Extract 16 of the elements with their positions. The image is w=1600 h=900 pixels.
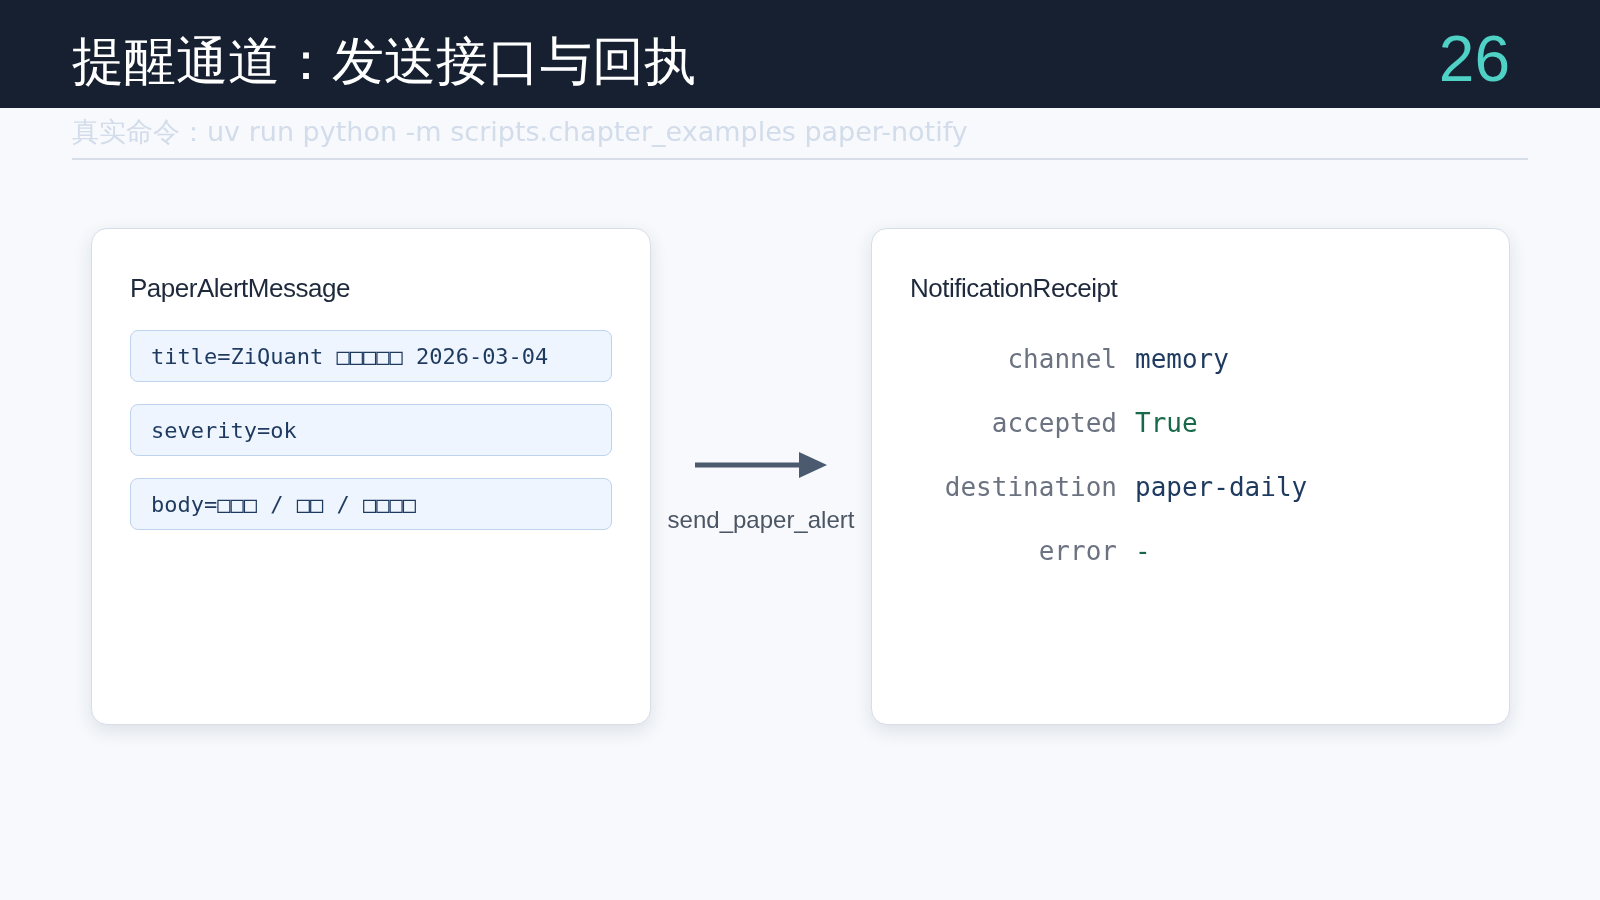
field-key: accepted [910,408,1117,438]
card-title: PaperAlertMessage [130,273,351,304]
card-title: NotificationReceipt [910,273,1119,304]
field-key: channel [910,344,1117,374]
field-value: paper-daily [1135,472,1309,502]
slide-title: 提醒通道：发送接口与回执 [72,30,696,93]
call-label: send_paper_alert [667,506,855,534]
field-value: title=ZiQuant □□□□□ 2026-03-04 [130,330,612,382]
field-key: destination [910,472,1117,502]
field-value: - [1135,536,1152,566]
field-value: body=□□□ / □□ / □□□□ [130,478,612,530]
field-value: severity=ok [130,404,612,456]
field-value: memory [1135,344,1230,374]
field-key: error [910,536,1117,566]
field-value: True [1135,408,1199,438]
page-number: 26 [1438,22,1510,96]
